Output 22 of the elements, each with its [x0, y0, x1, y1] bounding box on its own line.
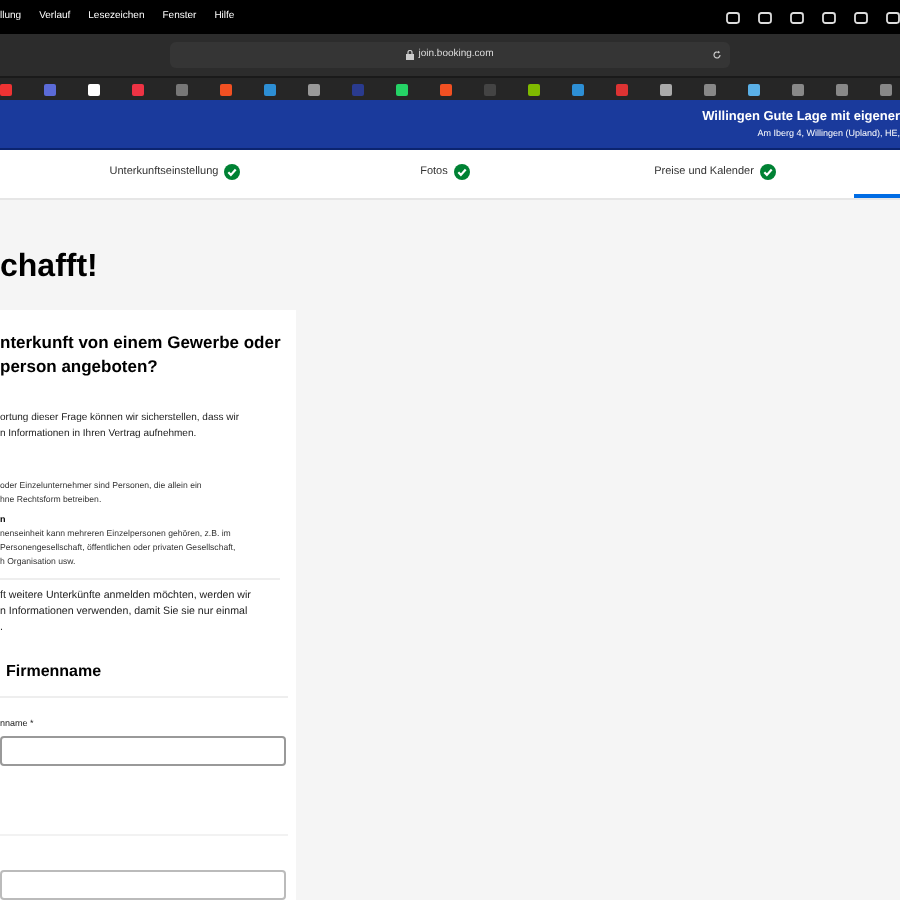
- status-icon[interactable]: [886, 11, 900, 23]
- bookmark-icon[interactable]: [748, 83, 760, 95]
- status-icon[interactable]: [790, 11, 804, 23]
- section-heading: Firmenname: [4, 660, 104, 684]
- check-icon: [453, 164, 470, 180]
- input-field[interactable]: [0, 735, 286, 766]
- lock-icon: [406, 50, 415, 60]
- page-title: chafft!: [0, 248, 100, 288]
- check-icon: [224, 164, 241, 180]
- question-heading: nterkunft von einem Gewerbe oder: [0, 330, 283, 354]
- bookmark-icon[interactable]: [660, 83, 672, 95]
- status-icon[interactable]: [854, 11, 868, 23]
- input-field[interactable]: [0, 869, 286, 900]
- bookmark-icon[interactable]: [396, 83, 408, 95]
- status-icon[interactable]: [726, 11, 740, 23]
- bookmark-icon[interactable]: [88, 83, 100, 95]
- question-heading: person angeboten?: [0, 354, 160, 378]
- reload-icon[interactable]: [712, 50, 722, 60]
- status-icon[interactable]: [822, 11, 836, 23]
- status-icon[interactable]: [758, 11, 772, 23]
- check-icon: [759, 164, 776, 180]
- bookmark-icon[interactable]: [528, 83, 540, 95]
